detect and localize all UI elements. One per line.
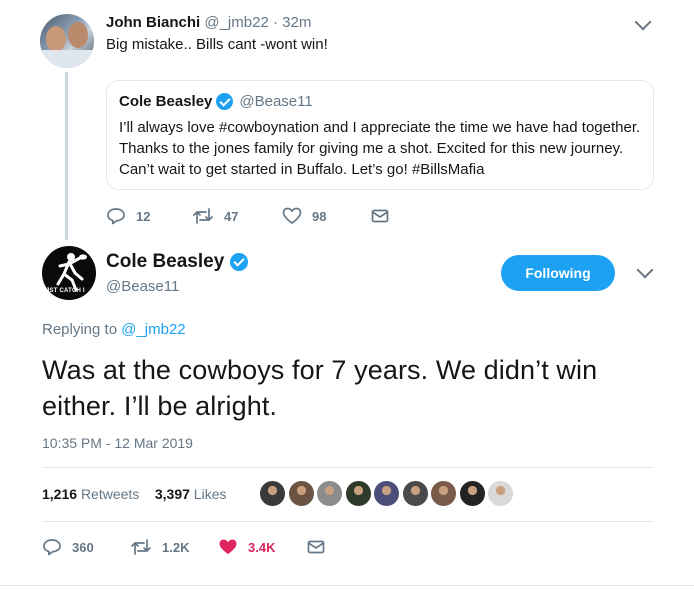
parent-tweet-time[interactable]: 32m	[282, 14, 311, 31]
main-author-name-row: Cole Beasley	[106, 251, 254, 273]
quoted-tweet[interactable]: Cole Beasley @Bease11 I’ll always love #…	[106, 80, 654, 190]
avatar-caption: JST CATCH I	[46, 288, 85, 294]
thread-connector-line	[65, 72, 68, 240]
parent-tweet[interactable]: John Bianchi @_jmb22 · 32m Big mistake..…	[0, 0, 694, 240]
chevron-down-icon[interactable]	[636, 261, 654, 279]
liker-avatar[interactable]	[458, 480, 486, 507]
like-count: 3.4K	[248, 539, 276, 555]
replying-to-label: Replying to	[42, 321, 118, 338]
quoted-tweet-text: I’ll always love #cowboynation and I app…	[119, 119, 641, 178]
main-tweet-timestamp[interactable]: 10:35 PM - 12 Mar 2019	[42, 435, 193, 451]
verified-badge-icon	[230, 253, 249, 271]
reply-count: 360	[72, 539, 94, 555]
liker-avatar[interactable]	[287, 480, 315, 507]
liker-avatar[interactable]	[259, 480, 286, 507]
parent-author-handle[interactable]: @_jmb22	[204, 14, 268, 31]
liker-avatar[interactable]	[430, 480, 457, 507]
parent-author-name[interactable]: John Bianchi	[106, 14, 200, 31]
divider	[0, 585, 694, 586]
retweet-count: 1.2K	[162, 539, 190, 555]
retweets-total: 1,216	[42, 486, 78, 502]
heart-filled-icon	[219, 539, 237, 554]
likes-total: 3,397	[154, 486, 190, 502]
replying-to-handle-link[interactable]: @_jmb22	[121, 321, 185, 338]
parent-avatar[interactable]	[40, 14, 94, 68]
direct-message-button[interactable]	[370, 205, 390, 227]
reply-button[interactable]: 360	[42, 536, 94, 558]
main-tweet-text: Was at the cowboys for 7 years. We didn’…	[42, 355, 598, 421]
retweet-button[interactable]: 1.2K	[130, 536, 189, 558]
parent-tweet-header: John Bianchi @_jmb22 · 32m	[106, 14, 311, 31]
quoted-author-name: Cole Beasley	[119, 93, 213, 110]
quoted-author-handle: @Bease11	[239, 93, 313, 110]
replying-to-line: Replying to @_jmb22	[42, 321, 186, 338]
envelope-icon	[371, 209, 389, 223]
liker-avatar[interactable]	[373, 480, 400, 507]
liker-avatar[interactable]	[487, 480, 514, 507]
reply-button[interactable]: 12	[106, 205, 150, 227]
likes-label: Likes	[193, 486, 227, 502]
divider	[42, 467, 654, 468]
verified-badge-icon	[216, 93, 234, 110]
retweet-button[interactable]: 47	[192, 205, 238, 227]
liker-avatar[interactable]	[401, 480, 429, 507]
separator-dot: ·	[272, 14, 278, 31]
envelope-icon	[307, 540, 325, 554]
retweets-stat-link[interactable]: 1,216 Retweets	[42, 486, 139, 502]
main-author-avatar[interactable]: JST CATCH I	[42, 246, 96, 300]
retweet-count: 47	[224, 208, 239, 224]
chevron-down-icon[interactable]	[634, 13, 652, 31]
liker-avatar[interactable]	[316, 480, 343, 507]
parent-tweet-text: Big mistake.. Bills cant -wont win!	[106, 36, 328, 53]
reply-count: 12	[136, 208, 151, 224]
divider	[42, 521, 654, 522]
liker-avatar[interactable]	[344, 480, 372, 507]
like-count: 98	[312, 208, 327, 224]
following-button[interactable]: Following	[501, 255, 615, 291]
like-button[interactable]: 98	[282, 205, 326, 227]
reply-icon	[43, 539, 61, 556]
engagement-stats: 1,216 Retweets 3,397 Likes	[42, 486, 226, 502]
like-button[interactable]: 3.4K	[218, 536, 275, 558]
heart-icon	[282, 207, 302, 224]
retweets-label: Retweets	[80, 486, 140, 502]
retweet-icon	[131, 539, 151, 555]
retweet-icon	[193, 208, 213, 224]
likes-stat-link[interactable]: 3,397 Likes	[155, 486, 227, 502]
reply-icon	[107, 208, 125, 225]
main-author-handle[interactable]: @Bease11	[106, 278, 179, 295]
direct-message-button[interactable]	[306, 536, 326, 558]
main-author-name[interactable]: Cole Beasley	[106, 251, 224, 273]
